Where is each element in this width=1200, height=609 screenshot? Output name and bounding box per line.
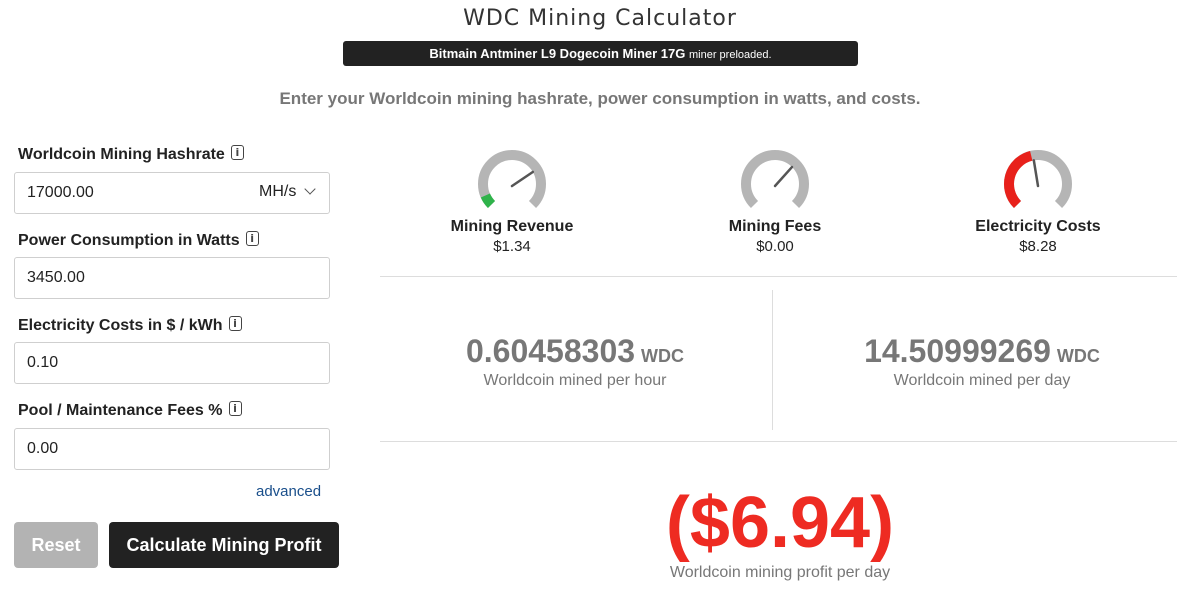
fees-label-text: Pool / Maintenance Fees %	[18, 402, 223, 419]
gauge-needle	[510, 170, 535, 188]
gauge-revenue-dial	[478, 150, 546, 209]
info-icon[interactable]: i	[228, 400, 242, 416]
stat-per-day: 14.50999269 WDC Worldcoin mined per day	[787, 333, 1177, 390]
power-label: Power Consumption in Watts i	[18, 230, 259, 250]
electricity-label-text: Electricity Costs in $ / kWh	[18, 317, 223, 334]
power-label-text: Power Consumption in Watts	[18, 232, 240, 249]
gauge-fill	[1004, 150, 1033, 209]
hashrate-unit-select[interactable]: MH/s	[245, 172, 329, 212]
advanced-link[interactable]: advanced	[256, 483, 321, 500]
hashrate-label: Worldcoin Mining Hashrate i	[18, 144, 244, 164]
stat-per-hour-caption: Worldcoin mined per hour	[483, 372, 667, 389]
stat-per-hour-unit: WDC	[641, 346, 685, 366]
calculate-button[interactable]: Calculate Mining Profit	[109, 522, 339, 568]
gauge-mining-fees: Mining Fees $0.00	[675, 150, 875, 255]
gauge-needle	[1032, 159, 1040, 188]
stat-per-day-unit: WDC	[1056, 346, 1100, 366]
banner-suffix: miner preloaded.	[689, 49, 772, 61]
gauge-label: Mining Revenue	[450, 218, 574, 235]
gauge-electricity-dial	[1004, 150, 1072, 209]
gauge-value: $0.00	[756, 238, 794, 255]
hashrate-label-text: Worldcoin Mining Hashrate	[18, 146, 225, 163]
info-icon[interactable]: i	[230, 144, 244, 160]
stat-per-day-value-row: 14.50999269 WDC	[787, 333, 1177, 370]
divider	[772, 290, 773, 430]
gauge-label: Mining Fees	[728, 218, 822, 235]
electricity-cost-input[interactable]	[14, 342, 330, 384]
hashrate-unit-value: MH/s	[259, 183, 297, 200]
preloaded-miner-banner: Bitmain Antminer L9 Dogecoin Miner 17G m…	[343, 41, 858, 66]
stat-per-day-caption: Worldcoin mined per day	[893, 372, 1071, 389]
electricity-label: Electricity Costs in $ / kWh i	[18, 315, 242, 335]
gauge-electricity-costs: Electricity Costs $8.28	[938, 150, 1138, 255]
gauge-value: $8.28	[1019, 238, 1057, 255]
stat-per-hour: 0.60458303 WDC Worldcoin mined per hour	[380, 333, 770, 390]
gauge-track	[741, 150, 809, 209]
stat-per-hour-value: 0.60458303	[465, 333, 636, 369]
reset-button[interactable]: Reset	[14, 522, 98, 568]
gauge-needle	[773, 165, 794, 188]
fees-input[interactable]	[14, 428, 330, 470]
page-title: WDC Mining Calculator	[463, 6, 737, 31]
divider	[380, 276, 1177, 277]
gauge-label: Electricity Costs	[975, 218, 1101, 235]
fees-label: Pool / Maintenance Fees % i	[18, 400, 242, 420]
instructions: Enter your Worldcoin mining hashrate, po…	[279, 89, 921, 108]
gauge-fill	[480, 193, 496, 209]
chevron-down-icon	[304, 183, 316, 195]
profit-value: ($6.94)	[665, 483, 895, 563]
power-input[interactable]	[14, 257, 330, 299]
profit-caption: Worldcoin mining profit per day	[669, 564, 891, 581]
banner-miner-name: Bitmain Antminer L9 Dogecoin Miner 17G	[429, 46, 686, 61]
divider	[380, 441, 1177, 442]
stat-per-day-value: 14.50999269	[864, 333, 1051, 369]
info-icon[interactable]: i	[228, 315, 242, 331]
gauge-mining-revenue: Mining Revenue $1.34	[412, 150, 612, 255]
stat-per-hour-value-row: 0.60458303 WDC	[380, 333, 770, 370]
gauge-fees-dial	[741, 150, 809, 209]
gauge-value: $1.34	[493, 238, 531, 255]
info-icon[interactable]: i	[245, 230, 259, 246]
